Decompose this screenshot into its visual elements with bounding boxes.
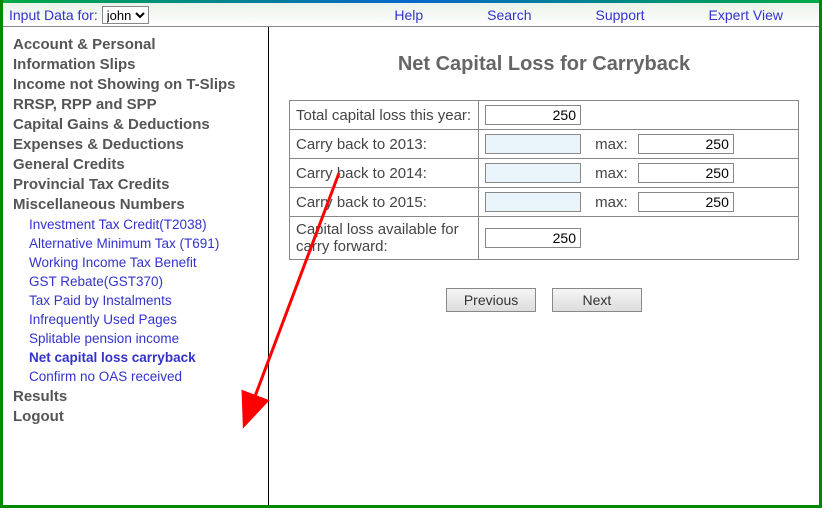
row-carryback-2015: Carry back to 2015: max:: [290, 188, 799, 217]
sidebar-item-results[interactable]: Results: [13, 388, 264, 405]
max-label-2015: max:: [595, 194, 628, 211]
max-label-2014: max:: [595, 165, 628, 182]
carryback-2013-max: [638, 134, 734, 154]
sidebar-item-logout[interactable]: Logout: [13, 408, 264, 425]
user-select[interactable]: john: [102, 6, 149, 24]
max-label-2013: max:: [595, 136, 628, 153]
carryback-2014-input[interactable]: [485, 163, 581, 183]
page-title: Net Capital Loss for Carryback: [289, 53, 799, 76]
row-carryback-2013: Carry back to 2013: max:: [290, 130, 799, 159]
row-carryback-2014: Carry back to 2014: max:: [290, 159, 799, 188]
carryback-2014-max: [638, 163, 734, 183]
sidebar-item-capital-gains[interactable]: Capital Gains & Deductions: [13, 116, 264, 133]
sidebar-item-misc-numbers[interactable]: Miscellaneous Numbers: [13, 196, 264, 213]
carryback-2014-label: Carry back to 2014:: [290, 159, 479, 188]
sidebar-item-general-credits[interactable]: General Credits: [13, 156, 264, 173]
expert-view-link[interactable]: Expert View: [709, 7, 783, 23]
layout: Account & Personal Information Slips Inc…: [3, 27, 819, 505]
topbar: Input Data for: john Help Search Support…: [3, 3, 819, 27]
support-link[interactable]: Support: [596, 7, 645, 23]
total-value-input: [485, 105, 581, 125]
sidebar-sub-alt-min-tax[interactable]: Alternative Minimum Tax (T691): [29, 236, 264, 251]
sidebar-item-account-personal[interactable]: Account & Personal: [13, 36, 264, 53]
carryback-table: Total capital loss this year: Carry back…: [289, 100, 799, 260]
previous-button[interactable]: Previous: [446, 288, 536, 312]
available-value-input: [485, 228, 581, 248]
carryback-2013-input[interactable]: [485, 134, 581, 154]
sidebar-item-information-slips[interactable]: Information Slips: [13, 56, 264, 73]
carryback-2015-max: [638, 192, 734, 212]
search-link[interactable]: Search: [487, 7, 531, 23]
total-label: Total capital loss this year:: [290, 101, 479, 130]
sidebar-item-income-not-showing[interactable]: Income not Showing on T-Slips: [13, 76, 264, 93]
sidebar-sub-confirm-no-oas[interactable]: Confirm no OAS received: [29, 369, 264, 384]
carryback-2013-label: Carry back to 2013:: [290, 130, 479, 159]
sidebar-item-provincial-credits[interactable]: Provincial Tax Credits: [13, 176, 264, 193]
sidebar-sub-investment-tax-credit[interactable]: Investment Tax Credit(T2038): [29, 217, 264, 232]
available-label: Capital loss available for carry forward…: [290, 217, 479, 260]
next-button[interactable]: Next: [552, 288, 642, 312]
sidebar-sub-splitable-pension[interactable]: Splitable pension income: [29, 331, 264, 346]
nav-buttons: Previous Next: [289, 288, 799, 312]
sidebar-item-rrsp-rpp-spp[interactable]: RRSP, RPP and SPP: [13, 96, 264, 113]
sidebar-item-expenses-deductions[interactable]: Expenses & Deductions: [13, 136, 264, 153]
content: Net Capital Loss for Carryback Total cap…: [269, 27, 819, 505]
row-total: Total capital loss this year:: [290, 101, 799, 130]
sidebar-sub-gst-rebate[interactable]: GST Rebate(GST370): [29, 274, 264, 289]
sidebar-sub-infrequent-pages[interactable]: Infrequently Used Pages: [29, 312, 264, 327]
carryback-2015-input[interactable]: [485, 192, 581, 212]
input-data-for-label: Input Data for:: [9, 7, 98, 23]
sidebar: Account & Personal Information Slips Inc…: [3, 27, 269, 505]
sidebar-sub-working-income-tax[interactable]: Working Income Tax Benefit: [29, 255, 264, 270]
carryback-2015-label: Carry back to 2015:: [290, 188, 479, 217]
help-link[interactable]: Help: [394, 7, 423, 23]
sidebar-sub-net-capital-loss-carryback[interactable]: Net capital loss carryback: [29, 350, 264, 365]
app-frame: Input Data for: john Help Search Support…: [0, 0, 822, 508]
sidebar-sub-tax-instalments[interactable]: Tax Paid by Instalments: [29, 293, 264, 308]
row-available: Capital loss available for carry forward…: [290, 217, 799, 260]
